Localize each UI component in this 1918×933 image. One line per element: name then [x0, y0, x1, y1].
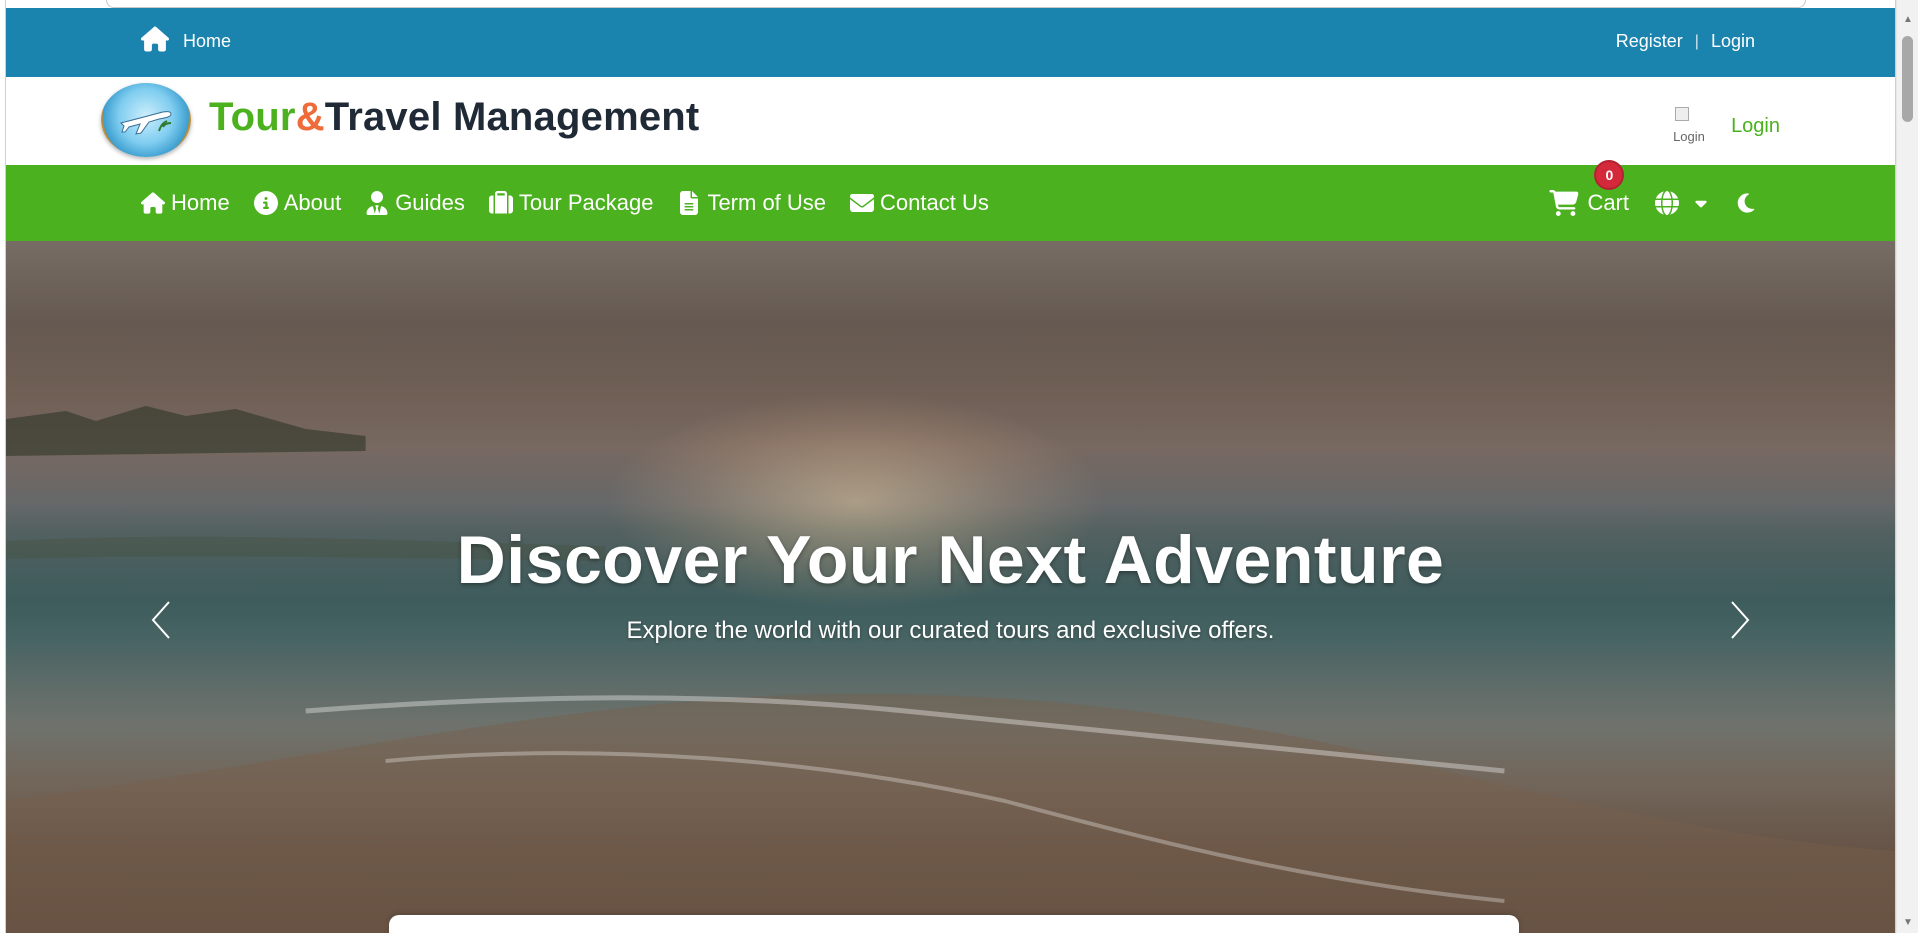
globe-icon [1655, 191, 1679, 215]
scrollbar-thumb[interactable] [1902, 36, 1913, 122]
suitcase-icon [488, 191, 513, 214]
site-title[interactable]: Tour&Travel Management [209, 95, 699, 140]
register-link[interactable]: Register [1616, 31, 1683, 52]
home-icon [141, 26, 169, 57]
nav-item-term-of-use[interactable]: Term of Use [677, 190, 826, 216]
site-title-ampersand: & [295, 95, 325, 139]
broken-image-icon [1675, 107, 1690, 121]
nav-item-label: Tour Package [518, 190, 654, 215]
nav-item-tour-package[interactable]: Tour Package [488, 190, 654, 216]
topbar-login-link[interactable]: Login [1711, 31, 1755, 52]
carousel-prev-button[interactable] [136, 591, 186, 651]
airplane-icon [120, 111, 172, 135]
nav-actions: Cart 0 [1549, 160, 1757, 241]
auth-separator: | [1694, 32, 1699, 50]
scroll-down-arrow-icon[interactable]: ▼ [1897, 913, 1918, 931]
chevron-left-icon [151, 600, 170, 639]
topbar-auth-links: Register | Login [1616, 31, 1755, 52]
cart-icon [1549, 190, 1579, 216]
nav-item-label: Contact Us [880, 190, 989, 215]
info-icon [253, 191, 278, 215]
topbar-home-label: Home [183, 31, 232, 51]
language-dropdown[interactable] [1655, 191, 1707, 215]
hero-caption: Discover Your Next Adventure Explore the… [6, 521, 1895, 645]
nav-item-about[interactable]: About [253, 190, 342, 216]
nav-item-contact-us[interactable]: Contact Us [850, 190, 989, 216]
site-logo[interactable] [101, 83, 191, 157]
theme-toggle-button[interactable] [1735, 192, 1757, 214]
carousel-next-button[interactable] [1715, 591, 1765, 651]
site-title-travel: Travel Management [324, 95, 700, 139]
nav-item-home[interactable]: Home [141, 190, 230, 216]
nav-item-label: Home [171, 190, 230, 215]
header-login-label: Login [1731, 114, 1780, 137]
nav-item-guides[interactable]: Guides [365, 190, 465, 216]
nav-item-label: About [283, 190, 342, 215]
user-tie-icon [366, 191, 388, 215]
header-login-link[interactable]: Login Login [1673, 105, 1780, 147]
page: Home Register | Login Tour&Travel Manage… [0, 0, 1918, 933]
cart-link[interactable]: Cart 0 [1549, 160, 1629, 216]
nav-item-label: Guides [395, 190, 465, 215]
address-bar-edge [106, 0, 1806, 8]
hero-carousel: Discover Your Next Adventure Explore the… [6, 241, 1895, 933]
browser-viewport: Home Register | Login Tour&Travel Manage… [5, 0, 1896, 933]
cart-label: Cart [1587, 190, 1629, 215]
file-icon [680, 191, 699, 215]
topbar-home-link[interactable]: Home [141, 26, 231, 57]
nav-menu: Home About Guides Tour Package Term of U… [141, 165, 989, 241]
hero-title: Discover Your Next Adventure [456, 522, 1445, 598]
caret-down-icon [1695, 200, 1707, 208]
chevron-right-icon [1731, 600, 1750, 639]
login-image-alt-text: Login [1673, 129, 1705, 144]
page-scrollbar[interactable]: ▲ ▼ [1896, 0, 1918, 933]
hero-subtitle: Explore the world with our curated tours… [626, 617, 1275, 644]
envelope-icon [850, 194, 875, 212]
site-title-tour: Tour [209, 95, 296, 139]
moon-icon [1737, 193, 1755, 213]
cart-count-badge: 0 [1594, 160, 1625, 190]
brand-header: Tour&Travel Management Login Login [6, 77, 1895, 165]
nav-item-label: Term of Use [707, 190, 827, 215]
home-icon [141, 192, 165, 214]
main-navbar: Home About Guides Tour Package Term of U… [6, 160, 1895, 241]
login-avatar-image: Login [1673, 105, 1717, 147]
scroll-up-arrow-icon[interactable]: ▲ [1897, 10, 1918, 28]
search-card-top [389, 915, 1519, 933]
top-utility-bar: Home Register | Login [6, 8, 1895, 77]
